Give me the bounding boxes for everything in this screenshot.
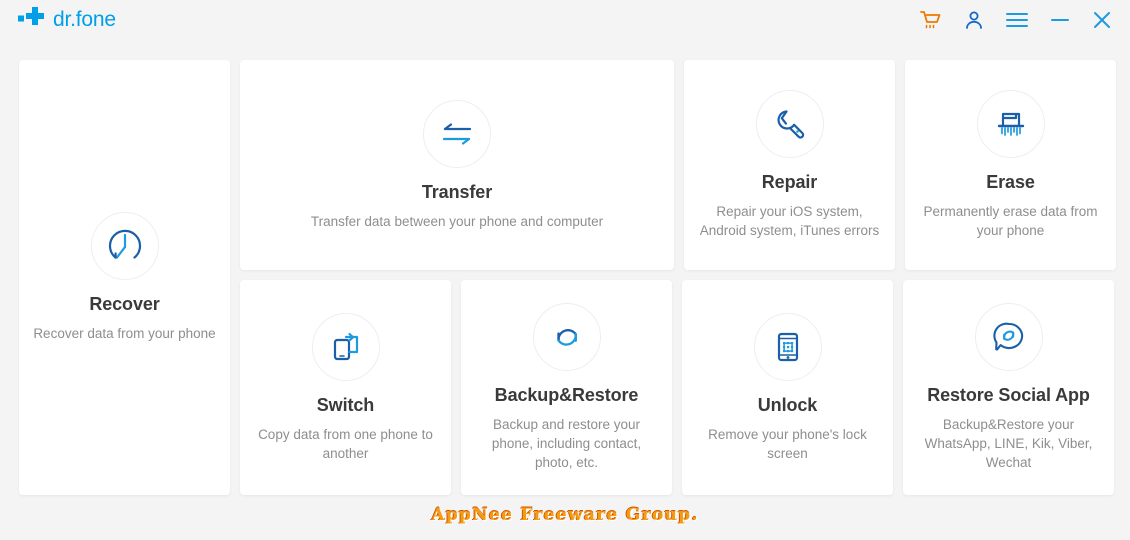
card-description: Copy data from one phone to another <box>258 426 433 461</box>
recover-column: Recover Recover data from your phone <box>19 60 230 495</box>
close-icon[interactable] <box>1092 10 1112 30</box>
feature-card-repair[interactable]: Repair Repair your iOS system, Android s… <box>684 60 895 270</box>
circular-refresh-icon <box>532 303 601 371</box>
account-icon[interactable] <box>964 10 984 30</box>
phone-lock-pattern-icon <box>753 312 822 381</box>
feature-columns: Transfer Transfer data between your phon… <box>240 60 1116 495</box>
watermark: AppNee Freeware Group. <box>431 505 699 525</box>
chat-bubble-refresh-icon <box>974 303 1043 371</box>
feature-card-backup-restore[interactable]: Backup&Restore Backup and restore your p… <box>461 280 672 495</box>
card-description: Transfer data between your phone and com… <box>310 213 604 229</box>
title-bar: dr.fone <box>0 0 1130 40</box>
card-description: Permanently erase data from your phone <box>923 204 1098 238</box>
two-way-arrows-icon <box>423 99 491 168</box>
phone-switch-icon <box>311 312 380 381</box>
feature-row-bottom: Switch Copy data from one phone to anoth… <box>240 280 1116 495</box>
card-description: Backup and restore your phone, including… <box>491 417 642 470</box>
feature-card-switch[interactable]: Switch Copy data from one phone to anoth… <box>240 280 451 495</box>
feature-card-restore-social-app[interactable]: Restore Social App Backup&Restore your W… <box>903 280 1114 495</box>
card-title: Unlock <box>757 394 818 415</box>
shredder-icon <box>976 90 1045 158</box>
card-description: Repair your iOS system, Android system, … <box>699 204 880 238</box>
feature-grid: Recover Recover data from your phone Tra… <box>19 60 1116 495</box>
card-title: Recover <box>89 294 160 314</box>
minimize-icon[interactable] <box>1050 11 1070 29</box>
feature-card-unlock[interactable]: Unlock Remove your phone's lock screen <box>682 280 893 495</box>
menu-icon[interactable] <box>1006 11 1028 29</box>
card-title: Transfer <box>421 181 493 202</box>
cart-icon[interactable] <box>920 10 942 30</box>
card-title: Restore Social App <box>927 385 1090 405</box>
card-description: Recover data from your phone <box>33 326 216 341</box>
card-title: Backup&Restore <box>494 385 639 405</box>
plus-cross-logo-icon <box>18 6 44 34</box>
feature-card-erase[interactable]: Erase Permanently erase data from your p… <box>905 60 1116 270</box>
card-title: Repair <box>761 172 818 192</box>
card-title: Erase <box>986 172 1035 192</box>
clock-recover-icon <box>90 212 159 280</box>
card-description: Backup&Restore your WhatsApp, LINE, Kik,… <box>924 417 1093 470</box>
brand: dr.fone <box>18 6 116 34</box>
feature-row-top: Transfer Transfer data between your phon… <box>240 60 1116 270</box>
feature-card-transfer[interactable]: Transfer Transfer data between your phon… <box>240 60 674 270</box>
feature-card-recover[interactable]: Recover Recover data from your phone <box>19 60 230 495</box>
wrench-icon <box>755 90 824 158</box>
brand-name: dr.fone <box>53 8 116 31</box>
card-title: Switch <box>316 394 375 415</box>
card-description: Remove your phone's lock screen <box>708 426 867 461</box>
window-actions <box>920 10 1116 30</box>
